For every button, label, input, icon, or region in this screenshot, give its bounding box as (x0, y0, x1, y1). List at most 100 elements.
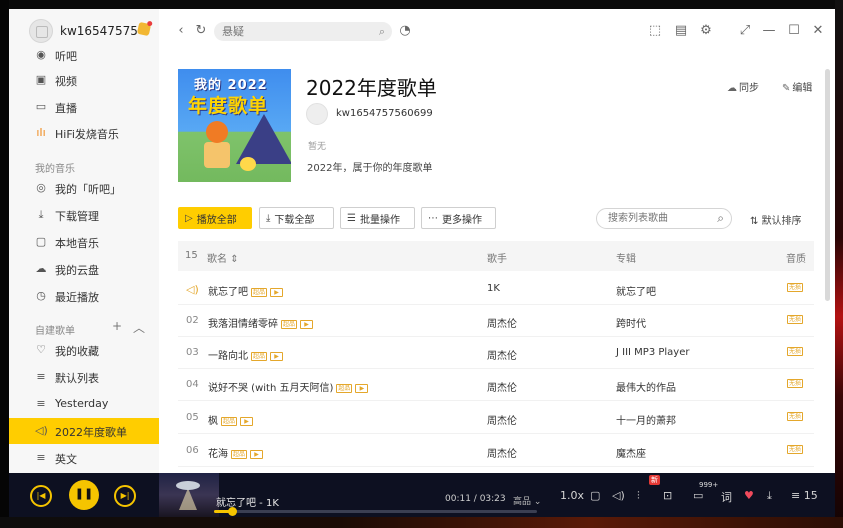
hifi-icon[interactable]: ⊡ (663, 489, 672, 502)
playback-speed[interactable]: 1.0x (560, 489, 584, 502)
batch-operation-button[interactable]: ☰ 批量操作 (340, 207, 415, 229)
owner-avatar[interactable] (306, 103, 328, 125)
song-title[interactable]: 说好不哭 (with 五月天阿信) 超品 ▶ (208, 379, 369, 394)
table-row[interactable]: 03 一路向北 超品 ▶ 周杰伦 J III MP3 Player 无损 (178, 337, 814, 369)
lyrics-button[interactable]: 词 (721, 489, 732, 505)
table-row[interactable]: 02 我落泪情绪零碎 超品 ▶ 周杰伦 跨时代 无损 (178, 305, 814, 337)
song-artist[interactable]: 周杰伦 (487, 412, 517, 427)
progress-bar[interactable] (214, 507, 537, 516)
mv-icon[interactable]: ▶ (240, 416, 254, 426)
sidebar-item-downloads[interactable]: ⤓ 下载管理 (9, 202, 159, 228)
mv-icon[interactable]: ▶ (250, 449, 264, 459)
sidebar-item-live[interactable]: ▭ 直播 (9, 94, 159, 120)
playlist-cover: 我的 2022 年度歌单 (178, 69, 291, 182)
sync-button[interactable]: ☁ 同步 (727, 79, 759, 94)
table-row[interactable]: 04 说好不哭 (with 五月天阿信) 超品 ▶ 周杰伦 最伟大的作品 无损 (178, 369, 814, 401)
volume-icon[interactable]: ◁) (612, 489, 625, 502)
song-title-text: 枫 (208, 416, 218, 427)
quality-tag: 超品 (221, 416, 238, 426)
user-avatar[interactable] (29, 19, 53, 43)
now-playing-title[interactable]: 就忘了吧 - 1K (216, 494, 279, 509)
refresh-icon[interactable]: ↻ (193, 23, 209, 39)
search-icon[interactable]: ⌕ (717, 211, 724, 226)
sidebar-item-my-listen[interactable]: ◎ 我的「听吧」 (9, 175, 159, 201)
column-title[interactable]: 歌名 ⇕ (207, 250, 239, 265)
more-operations-button[interactable]: ⋯ 更多操作 (421, 207, 496, 229)
desktop-lyrics-icon[interactable]: ▢ (590, 489, 600, 502)
search-box[interactable]: ⌕ (214, 22, 392, 41)
song-album[interactable]: 魔杰座 (616, 445, 646, 460)
vip-badge-icon[interactable] (136, 21, 152, 37)
song-album[interactable]: J III MP3 Player (616, 347, 689, 358)
column-album: 专辑 (616, 254, 636, 265)
table-row[interactable]: 05 枫超品 ▶ 周杰伦 十一月的萧邦 无损 (178, 402, 814, 434)
playback-quality-selector[interactable]: 高品 ⌄ (513, 494, 541, 507)
search-icon[interactable]: ⌕ (379, 25, 385, 39)
mini-mode-icon[interactable]: ⤢ (737, 23, 753, 39)
pause-button[interactable]: ❚❚ (69, 480, 99, 510)
comment-icon[interactable]: ▭ (693, 489, 703, 502)
mv-icon[interactable]: ▶ (270, 287, 284, 297)
previous-track-icon[interactable]: |◀ (30, 485, 52, 507)
vertical-scrollbar[interactable] (825, 69, 830, 301)
voice-search-icon[interactable]: ◔ (397, 23, 413, 39)
table-row[interactable]: 06 花海 超品 ▶ 周杰伦 魔杰座 无损 (178, 435, 814, 467)
song-title[interactable]: 一路向北 超品 ▶ (208, 347, 284, 362)
sidebar-item-default-list[interactable]: ≡ 默认列表 (9, 364, 159, 390)
equalizer-icon[interactable]: ⫶ (637, 489, 640, 503)
owner-name[interactable]: kw1654757560699 (336, 108, 433, 119)
download-icon[interactable]: ⤓ (767, 489, 772, 503)
song-artist[interactable]: 周杰伦 (487, 445, 517, 460)
play-all-button[interactable]: ▷ 播放全部 (178, 207, 252, 229)
message-icon[interactable]: ▤ (673, 23, 689, 39)
song-artist[interactable]: 周杰伦 (487, 379, 517, 394)
add-playlist-icon[interactable]: + (112, 319, 122, 333)
edit-button[interactable]: ✎ 编辑 (782, 79, 812, 94)
comment-count: 999+ (699, 481, 719, 489)
song-album[interactable]: 最伟大的作品 (616, 379, 676, 394)
username[interactable]: kw16547575... (60, 24, 138, 38)
sidebar-item-recent[interactable]: ◷ 最近播放 (9, 283, 159, 309)
song-artist[interactable]: 周杰伦 (487, 315, 517, 330)
search-input[interactable] (222, 24, 372, 39)
mv-icon[interactable]: ▶ (355, 383, 369, 393)
download-all-button[interactable]: ⤓ 下载全部 (259, 207, 334, 229)
song-title[interactable]: 就忘了吧 超品 ▶ (208, 283, 284, 298)
mv-icon[interactable]: ▶ (300, 319, 314, 329)
back-icon[interactable]: ‹ (173, 23, 189, 39)
like-heart-icon[interactable]: ♥ (744, 489, 754, 502)
sidebar-item-favorites[interactable]: ♡ 我的收藏 (9, 337, 159, 363)
settings-icon[interactable]: ⚙ (698, 23, 714, 39)
sidebar-item-english[interactable]: ≡ 英文 (9, 445, 159, 471)
mv-icon[interactable]: ▶ (270, 351, 284, 361)
list-search-box[interactable]: ⌕ (596, 208, 732, 229)
sidebar-item-cloud[interactable]: ☁ 我的云盘 (9, 256, 159, 282)
list-search-input[interactable] (608, 212, 708, 225)
close-icon[interactable]: ✕ (810, 23, 826, 39)
skin-icon[interactable]: ⬚ (647, 23, 663, 39)
sidebar-item-local-music[interactable]: ▢ 本地音乐 (9, 229, 159, 255)
minimize-icon[interactable]: — (761, 23, 777, 39)
now-playing-cover[interactable] (159, 473, 219, 517)
next-track-icon[interactable]: ▶| (114, 485, 136, 507)
song-title[interactable]: 枫超品 ▶ (208, 412, 254, 427)
progress-knob[interactable] (227, 507, 237, 516)
sidebar-item-2022-playlist[interactable]: ◁) 2022年度歌单 (9, 418, 159, 444)
song-album[interactable]: 就忘了吧 (616, 283, 656, 298)
song-artist[interactable]: 周杰伦 (487, 347, 517, 362)
table-row[interactable]: ◁) 就忘了吧 超品 ▶ 1K 就忘了吧 无损 (178, 273, 814, 305)
cover-duck-shape (240, 157, 256, 171)
song-title[interactable]: 我落泪情绪零碎 超品 ▶ (208, 315, 314, 330)
song-album[interactable]: 跨时代 (616, 315, 646, 330)
song-album[interactable]: 十一月的萧邦 (616, 412, 676, 427)
song-artist[interactable]: 1K (487, 283, 500, 294)
sidebar-item-hifi[interactable]: ıIı HiFi发烧音乐 (9, 120, 159, 146)
sort-button[interactable]: ⇅ 默认排序 (750, 212, 802, 227)
maximize-icon[interactable]: ☐ (786, 23, 802, 39)
song-title[interactable]: 花海 超品 ▶ (208, 445, 264, 460)
collapse-chevron-icon[interactable]: ︿ (133, 319, 145, 336)
sidebar-item-listen[interactable]: ◉ 听吧 (9, 42, 159, 68)
queue-button[interactable]: ≡ 15 (791, 489, 818, 502)
sidebar-item-yesterday[interactable]: ≡ Yesterday (9, 391, 159, 417)
sidebar-item-video[interactable]: ▣ 视频 (9, 67, 159, 93)
